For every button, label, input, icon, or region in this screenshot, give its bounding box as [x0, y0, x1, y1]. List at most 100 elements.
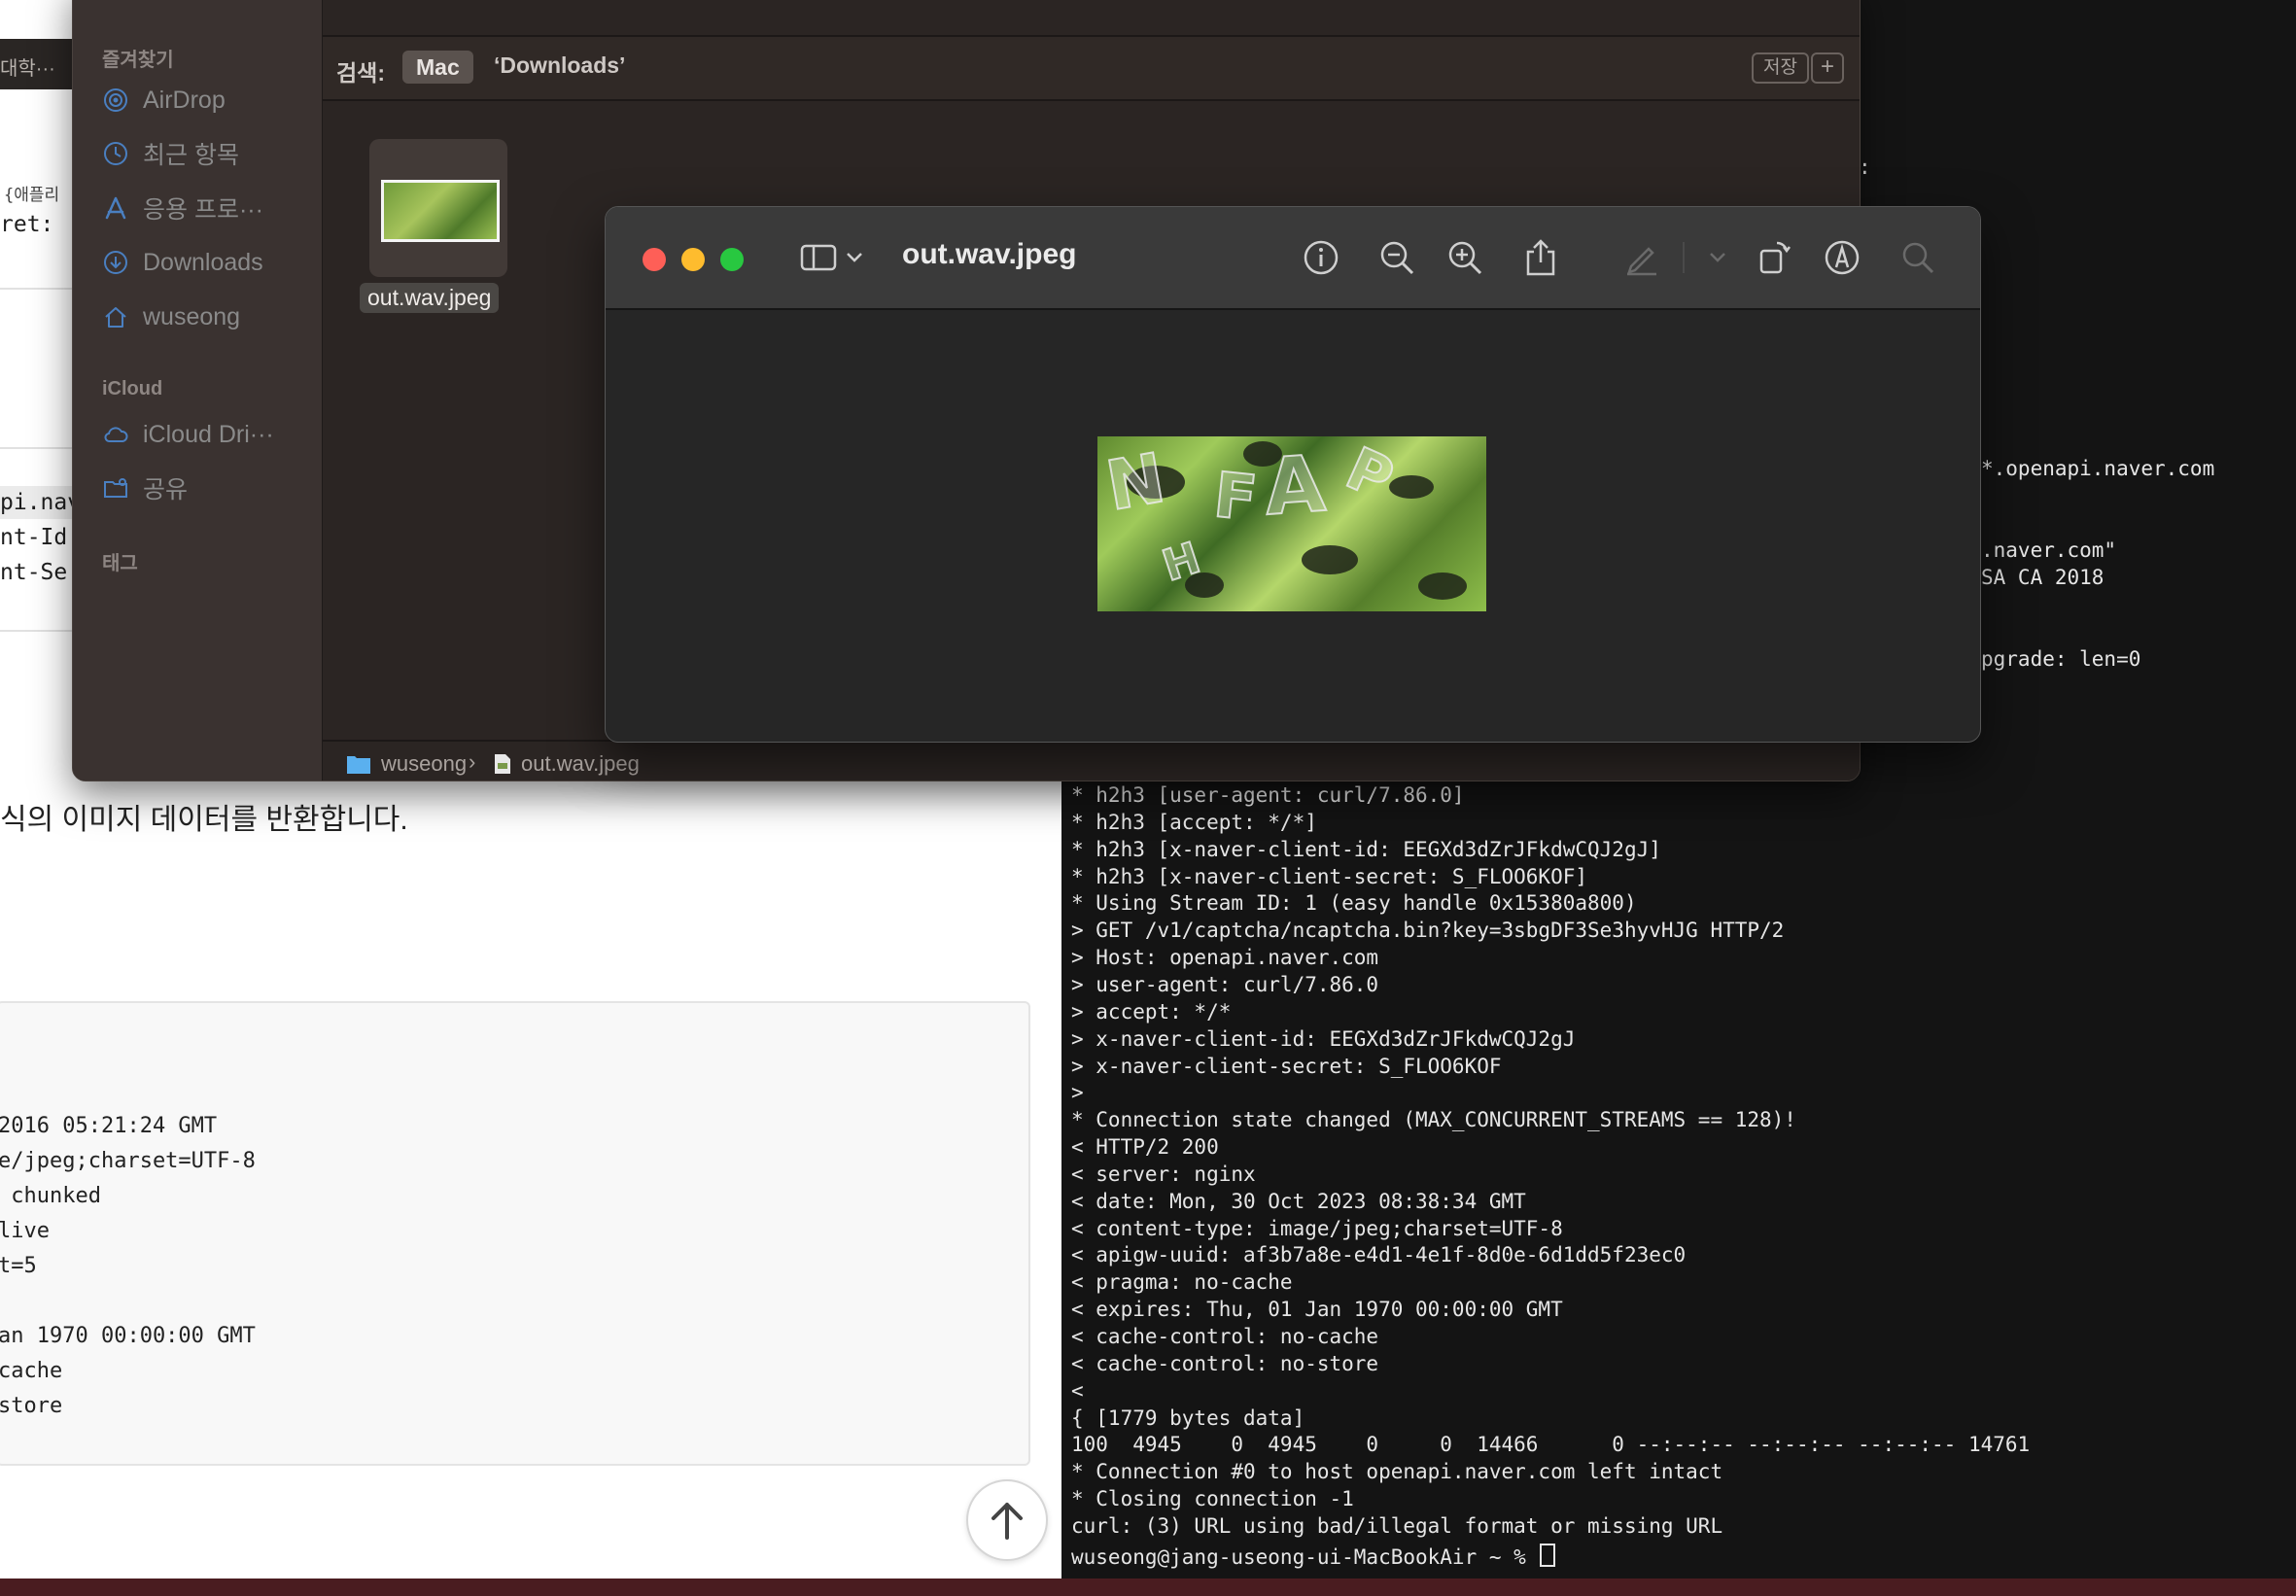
downloads-icon: [102, 249, 129, 276]
terminal-line: 100 4945 0 4945 0 0 14466 0 --:--:-- --:…: [1071, 1433, 2031, 1457]
share-button[interactable]: [1519, 236, 1562, 279]
code-line: 2016 05:21:24 GMT: [0, 1114, 218, 1138]
code-fragment: pi.nav: [0, 490, 82, 515]
sidebar-item-label: 공유: [143, 476, 189, 503]
sidebar-item-recents[interactable]: 최근 항목: [102, 134, 316, 173]
save-search-button[interactable]: 저장: [1752, 52, 1809, 84]
terminal-line: >: [1071, 1081, 1084, 1105]
terminal-partial-line: pgrade: len=0: [1981, 647, 2141, 671]
image-thumbnail: [381, 180, 500, 242]
markup-pen-icon: [1627, 247, 1656, 276]
terminal-line: < apigw-uuid: af3b7a8e-e4d1-4e1f-8d0e-6d…: [1071, 1243, 1687, 1267]
terminal-line: > x-naver-client-secret: S_FLOO6KOF: [1071, 1054, 1502, 1078]
markup-menu-button[interactable]: [1706, 236, 1729, 279]
terminal-line: * Using Stream ID: 1 (easy handle 0x1538…: [1071, 891, 1637, 916]
terminal-line: * h2h3 [accept: */*]: [1071, 810, 1317, 834]
info-button[interactable]: [1300, 236, 1342, 279]
sidebar-menu-button[interactable]: [843, 236, 866, 279]
terminal-line: * h2h3 [x-naver-client-id: EEGXd3dZrJFkd…: [1071, 837, 1661, 861]
file-icon[interactable]: [369, 139, 507, 277]
finder-sidebar: 즐겨찾기 AirDrop 최근 항목 응용 프로··· Downloads wu…: [73, 0, 323, 781]
terminal-line: curl: (3) URL using bad/illegal format o…: [1071, 1513, 1723, 1538]
terminal-line: < cache-control: no-cache: [1071, 1325, 1379, 1348]
sidebar-item-airdrop[interactable]: AirDrop: [102, 81, 316, 120]
divider: [0, 447, 78, 449]
sidebar-item-shared[interactable]: 공유: [102, 468, 316, 507]
zoom-out-button[interactable]: [1375, 236, 1418, 279]
terminal-line: { [1779 bytes data]: [1071, 1405, 1305, 1430]
path-item-folder[interactable]: wuseong: [346, 751, 467, 777]
code-fragment: nt-Se: [0, 560, 68, 585]
info-icon: [1304, 240, 1339, 275]
terminal-line: < server: nginx: [1071, 1162, 1256, 1186]
share-icon: [1526, 239, 1555, 276]
search-button[interactable]: [1896, 236, 1939, 279]
terminal-line: < content-type: image/jpeg;charset=UTF-8: [1071, 1216, 1563, 1240]
doc-description: 식의 이미지 데이터를 반환합니다.: [0, 804, 408, 836]
cloud-icon: [102, 421, 129, 448]
preview-window[interactable]: out.wav.jpeg N F A P H: [605, 206, 1981, 743]
code-fragment: ret:: [0, 212, 54, 237]
terminal-line: < pragma: no-cache: [1071, 1270, 1293, 1295]
search-scope-downloads[interactable]: ‘Downloads’: [494, 52, 625, 79]
code-line: store: [0, 1394, 63, 1418]
terminal-line: * Connection #0 to host openapi.naver.co…: [1071, 1460, 1723, 1484]
search-icon: [1902, 242, 1934, 274]
captcha-glyph: A: [1261, 437, 1329, 534]
terminal-line: <: [1071, 1378, 1084, 1403]
sidebar-toggle-button[interactable]: [798, 236, 841, 279]
code-line: cache: [0, 1359, 63, 1383]
document-icon: [495, 754, 510, 774]
image-texture: [1389, 475, 1434, 499]
terminal-line: > GET /v1/captcha/ncaptcha.bin?key=3sbgD…: [1071, 919, 1785, 943]
sidebar-item-label: AirDrop: [143, 86, 226, 114]
zoom-in-icon: [1448, 241, 1482, 275]
sidebar-item-icloud-drive[interactable]: iCloud Dri···: [102, 415, 316, 454]
favorites-header: 즐겨찾기: [102, 50, 174, 71]
terminal-prompt[interactable]: wuseong@jang-useong-ui-MacBookAir ~ %: [1071, 1544, 1556, 1569]
window-title: out.wav.jpeg: [902, 238, 1077, 270]
add-criteria-button[interactable]: +: [1811, 52, 1844, 84]
applications-icon: [102, 194, 129, 222]
airdrop-icon: [102, 87, 129, 114]
terminal-line: < date: Mon, 30 Oct 2023 08:38:34 GMT: [1071, 1189, 1526, 1213]
sidebar-item-label: Downloads: [143, 248, 263, 276]
search-scope-mac[interactable]: Mac: [402, 51, 473, 84]
sidebar-item-downloads[interactable]: Downloads: [102, 243, 316, 282]
sidebar-item-label: 응용 프로···: [143, 196, 263, 224]
file-name-label[interactable]: out.wav.jpeg: [360, 283, 500, 313]
terminal-line: < expires: Thu, 01 Jan 1970 00:00:00 GMT: [1071, 1298, 1563, 1322]
close-button[interactable]: [643, 248, 666, 271]
terminal-partial-line: .naver.com": [1981, 538, 2117, 562]
sidebar-item-home[interactable]: wuseong: [102, 297, 316, 336]
tags-header: 태그: [102, 553, 138, 574]
preview-titlebar: out.wav.jpeg: [606, 207, 1980, 310]
toolbar-separator: [1683, 242, 1685, 273]
captcha-glyph: P: [1336, 436, 1405, 515]
path-item-file[interactable]: out.wav.jpeg: [494, 751, 640, 777]
chevron-down-icon: [1710, 253, 1725, 262]
terminal-line: * h2h3 [user-agent: curl/7.86.0]: [1071, 783, 1465, 807]
arrow-up-icon: [991, 1503, 1023, 1540]
divider: [0, 288, 78, 290]
terminal-line: * Connection state changed (MAX_CONCURRE…: [1071, 1108, 1796, 1132]
terminal-partial-line: SA CA 2018: [1981, 566, 2105, 589]
code-fragment: {애플리: [4, 186, 60, 205]
sidebar-item-applications[interactable]: 응용 프로···: [102, 189, 316, 227]
terminal-line: * Closing connection -1: [1071, 1487, 1354, 1511]
scroll-to-top-button[interactable]: [966, 1479, 1048, 1561]
path-bar: wuseong › out.wav.jpeg: [323, 740, 1860, 781]
terminal-line: < HTTP/2 200: [1071, 1135, 1219, 1160]
captcha-glyph: N: [1099, 437, 1171, 528]
markup-button[interactable]: [1620, 236, 1663, 279]
minimize-button[interactable]: [681, 248, 705, 271]
code-line: e/jpeg;charset=UTF-8: [0, 1149, 256, 1173]
image-texture: [1418, 572, 1467, 600]
terminal-line: > accept: */*: [1071, 999, 1232, 1024]
clock-icon: [102, 140, 129, 167]
zoom-button[interactable]: [720, 248, 744, 271]
search-scope-bar: 검색: Mac ‘Downloads’ 저장 +: [323, 37, 1860, 101]
rotate-button[interactable]: [1753, 236, 1795, 279]
zoom-in-button[interactable]: [1444, 236, 1486, 279]
annotate-button[interactable]: [1821, 236, 1863, 279]
